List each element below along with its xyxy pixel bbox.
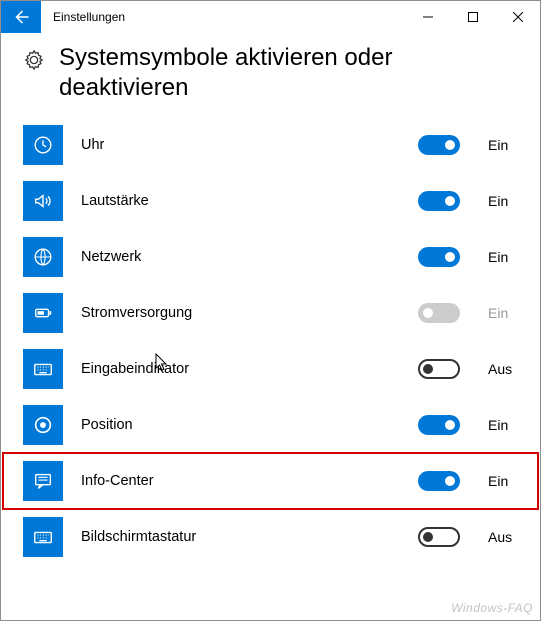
toggle-clock[interactable] <box>418 135 460 155</box>
row-label: Lautstärke <box>81 193 400 209</box>
arrow-left-icon <box>12 8 30 26</box>
row-label: Position <box>81 417 400 433</box>
volume-icon <box>23 181 63 221</box>
maximize-button[interactable] <box>450 1 495 33</box>
toggle-osk[interactable] <box>418 527 460 547</box>
window-title: Einstellungen <box>41 1 125 33</box>
row-action: Info-Center Ein <box>3 453 538 509</box>
row-input: Eingabeindikator Aus <box>23 341 518 397</box>
back-button[interactable] <box>1 1 41 33</box>
row-power: Stromversorgung Ein <box>23 285 518 341</box>
toggle-network[interactable] <box>418 247 460 267</box>
minimize-button[interactable] <box>405 1 450 33</box>
clock-icon <box>23 125 63 165</box>
location-icon <box>23 405 63 445</box>
system-icons-list: UhrEinLautstärkeEinNetzwerkEinStromverso… <box>23 117 518 565</box>
toggle-action[interactable] <box>418 471 460 491</box>
row-label: Stromversorgung <box>81 305 400 321</box>
row-label: Bildschirmtastatur <box>81 529 400 545</box>
toggle-state-text: Aus <box>488 529 518 545</box>
minimize-icon <box>423 12 433 22</box>
keyboard-icon <box>23 349 63 389</box>
maximize-icon <box>468 12 478 22</box>
network-icon <box>23 237 63 277</box>
close-icon <box>513 12 523 22</box>
row-osk: Bildschirmtastatur Aus <box>23 509 518 565</box>
power-icon <box>23 293 63 333</box>
row-label: Netzwerk <box>81 249 400 265</box>
row-location: Position Ein <box>23 397 518 453</box>
keyboard-icon <box>23 517 63 557</box>
row-volume: Lautstärke Ein <box>23 173 518 229</box>
close-button[interactable] <box>495 1 540 33</box>
row-label: Uhr <box>81 137 400 153</box>
row-label: Eingabeindikator <box>81 361 400 377</box>
row-label: Info-Center <box>81 473 400 489</box>
toggle-state-text: Ein <box>488 417 518 433</box>
toggle-volume[interactable] <box>418 191 460 211</box>
toggle-input[interactable] <box>418 359 460 379</box>
toggle-state-text: Ein <box>488 249 518 265</box>
toggle-state-text: Ein <box>488 305 518 321</box>
toggle-state-text: Ein <box>488 473 518 489</box>
toggle-power <box>418 303 460 323</box>
row-clock: Uhr Ein <box>23 117 518 173</box>
action-icon <box>23 461 63 501</box>
titlebar: Einstellungen <box>1 1 540 33</box>
toggle-state-text: Aus <box>488 361 518 377</box>
page-title: Systemsymbole aktivieren oder deaktivier… <box>59 43 518 103</box>
row-network: Netzwerk Ein <box>23 229 518 285</box>
toggle-state-text: Ein <box>488 193 518 209</box>
watermark: Windows-FAQ <box>451 601 533 615</box>
toggle-state-text: Ein <box>488 137 518 153</box>
gear-icon <box>23 49 45 71</box>
toggle-location[interactable] <box>418 415 460 435</box>
